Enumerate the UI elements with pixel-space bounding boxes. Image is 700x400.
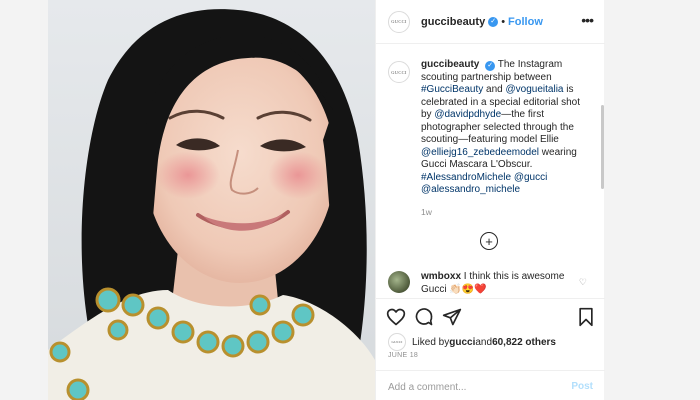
- caption-age[interactable]: 1w: [421, 207, 432, 217]
- likes-count-link[interactable]: 60,822 others: [492, 337, 556, 348]
- post-header: GUCCI guccibeauty ✓ • Follow •••: [376, 0, 605, 44]
- header-separator: •: [501, 15, 506, 28]
- commenter-avatar[interactable]: [388, 271, 410, 293]
- post-photo[interactable]: [48, 0, 375, 400]
- comments-scrollbar[interactable]: [601, 105, 604, 189]
- mention-link[interactable]: @elliejg16_zebedeemodel: [421, 147, 539, 158]
- more-options-icon[interactable]: •••: [581, 12, 594, 28]
- likes-summary: GUCCI Liked by gucci and 60,822 others: [388, 333, 556, 351]
- heart-outline-icon[interactable]: ♡: [579, 277, 587, 288]
- comments-section[interactable]: GUCCI guccibeauty ✓ The Instagram scouti…: [376, 45, 605, 297]
- add-comment-bar: Post: [376, 370, 605, 400]
- caption-avatar[interactable]: GUCCI: [388, 61, 410, 83]
- comment-input[interactable]: [388, 377, 558, 397]
- comment-item: wmboxx I think this is awesome Gucci 👏🏻😍…: [388, 271, 593, 296]
- hashtag-link[interactable]: #GucciBeauty: [421, 84, 483, 95]
- liker-avatar[interactable]: GUCCI: [388, 333, 406, 351]
- likes-prefix: Liked by: [412, 336, 450, 348]
- likes-middle: and: [475, 336, 493, 348]
- author-username[interactable]: guccibeauty: [421, 16, 485, 28]
- heart-icon[interactable]: [386, 307, 406, 327]
- comment-icon[interactable]: [414, 307, 434, 327]
- verified-badge-icon: ✓: [488, 16, 499, 27]
- paper-plane-icon[interactable]: [442, 307, 462, 327]
- action-bar: [376, 298, 605, 334]
- caption-text-segment: and: [483, 84, 506, 95]
- hashtag-link[interactable]: #AlessandroMichele: [421, 172, 511, 183]
- liker-username[interactable]: gucci: [449, 337, 475, 348]
- comment-text: wmboxx I think this is awesome Gucci 👏🏻😍…: [421, 271, 571, 296]
- bookmark-icon[interactable]: [576, 307, 596, 327]
- mention-link[interactable]: @alessandro_michele: [421, 184, 520, 195]
- author-avatar[interactable]: GUCCI: [388, 10, 410, 33]
- mention-link[interactable]: @gucci: [514, 172, 548, 183]
- mention-link[interactable]: @davidpdhyde: [434, 109, 501, 120]
- commenter-username[interactable]: wmboxx: [421, 271, 461, 282]
- page-background-right: [604, 0, 700, 400]
- plus-circle-icon[interactable]: +: [480, 232, 498, 250]
- caption-username[interactable]: guccibeauty: [421, 59, 479, 70]
- caption: GUCCI guccibeauty ✓ The Instagram scouti…: [388, 59, 591, 197]
- post-date[interactable]: JUNE 18: [388, 352, 418, 359]
- mention-link[interactable]: @vogueitalia: [506, 84, 564, 95]
- verified-badge-icon: ✓: [485, 61, 496, 71]
- post-details-panel: GUCCI guccibeauty ✓ • Follow ••• GUCCI g…: [375, 0, 605, 400]
- follow-button[interactable]: Follow: [508, 16, 543, 28]
- caption-text: guccibeauty ✓ The Instagram scouting par…: [421, 59, 591, 197]
- portrait-illustration: [48, 0, 375, 400]
- post-comment-button[interactable]: Post: [571, 381, 593, 392]
- page-background-left: [0, 0, 48, 400]
